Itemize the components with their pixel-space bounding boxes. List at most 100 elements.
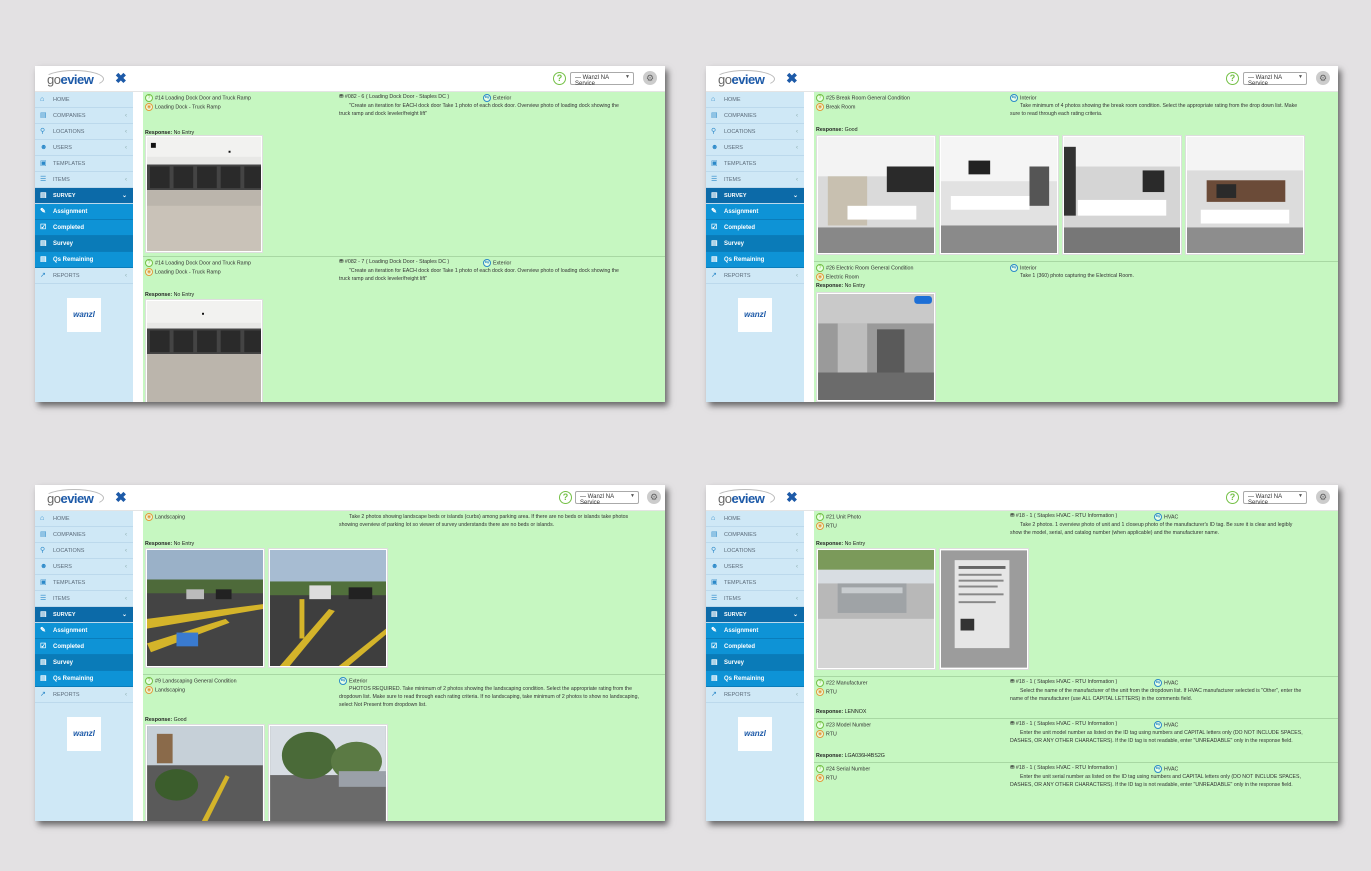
sidebar-item-qs-remaining[interactable]: ▤ Qs Remaining	[706, 252, 804, 268]
goeview-logo[interactable]: goeview	[44, 70, 104, 88]
sidebar-item-assignment[interactable]: ✎ Assignment	[35, 623, 133, 639]
sidebar-item-survey[interactable]: ▤ Survey	[706, 655, 804, 671]
settings-icon[interactable]: ⚙	[1316, 490, 1330, 504]
chevron-left-icon: ‹	[125, 548, 127, 554]
top-bar: goeview ✖ ? — Wanzl NA Service ▼ ⚙	[706, 66, 1338, 92]
location-icon: ⇆	[339, 677, 347, 685]
id-tag-photo	[941, 550, 1027, 668]
sidebar-item-survey[interactable]: ▤ SURVEY ⌄	[35, 188, 133, 204]
sidebar-item-companies[interactable]: ▤ COMPANIES ‹	[35, 108, 133, 124]
sidebar-item-templates[interactable]: ▣ TEMPLATES	[706, 575, 804, 591]
collapse-menu-button[interactable]: ✖	[786, 489, 798, 506]
sidebar-item-items[interactable]: ☰ ITEMS ‹	[706, 172, 804, 188]
photo-thumbnail[interactable]	[145, 299, 263, 402]
photo-thumbnail[interactable]	[145, 548, 265, 668]
sidebar-item-reports[interactable]: ↗ REPORTS ‹	[706, 268, 804, 284]
sidebar-item-home[interactable]: ⌂ HOME	[706, 92, 804, 108]
photo-thumbnail[interactable]	[816, 292, 936, 402]
sidebar-item-companies[interactable]: ▤ COMPANIES ‹	[706, 108, 804, 124]
sidebar-item-templates[interactable]: ▣ TEMPLATES	[706, 156, 804, 172]
home-icon: ⌂	[711, 96, 716, 103]
company-select[interactable]: — Wanzl NA Service ▼	[575, 491, 639, 506]
chart-icon: ↗	[711, 272, 717, 279]
sidebar-item-label: Qs Remaining	[53, 676, 94, 682]
photo-thumbnail[interactable]	[1062, 135, 1182, 255]
help-icon[interactable]: ?	[559, 491, 572, 504]
sidebar-item-users[interactable]: ☻ USERS ‹	[706, 140, 804, 156]
collapse-menu-button[interactable]: ✖	[115, 70, 127, 87]
settings-icon[interactable]: ⚙	[643, 71, 657, 85]
sidebar-item-qs-remaining[interactable]: ▤ Qs Remaining	[35, 671, 133, 687]
survey-icon: ▤	[40, 675, 47, 682]
help-icon[interactable]: ?	[1226, 491, 1239, 504]
photo-thumbnail[interactable]	[816, 135, 936, 255]
collapse-menu-button[interactable]: ✖	[786, 70, 798, 87]
sidebar-item-home[interactable]: ⌂ HOME	[35, 511, 133, 527]
sidebar-item-survey[interactable]: ▤ Survey	[35, 236, 133, 252]
sidebar-item-survey[interactable]: ▤ SURVEY ⌄	[35, 607, 133, 623]
edit-icon: ✎	[711, 627, 717, 634]
chevron-left-icon: ‹	[125, 564, 127, 570]
settings-icon[interactable]: ⚙	[1316, 71, 1330, 85]
sidebar-item-qs-remaining[interactable]: ▤ Qs Remaining	[35, 252, 133, 268]
photo-thumbnail[interactable]	[268, 548, 388, 668]
sidebar-item-label: Assignment	[53, 209, 88, 215]
sidebar-item-companies[interactable]: ▤ COMPANIES ‹	[706, 527, 804, 543]
sidebar-item-templates[interactable]: ▣ TEMPLATES	[35, 156, 133, 172]
sidebar-item-home[interactable]: ⌂ HOME	[706, 511, 804, 527]
sidebar-item-completed[interactable]: ☑ Completed	[35, 220, 133, 236]
sidebar-item-items[interactable]: ☰ ITEMS ‹	[35, 591, 133, 607]
response: Response: No Entry	[816, 541, 866, 547]
goeview-logo[interactable]: goeview	[715, 489, 775, 507]
goeview-logo[interactable]: goeview	[44, 489, 104, 507]
sidebar-item-items[interactable]: ☰ ITEMS ‹	[35, 172, 133, 188]
sidebar-item-assignment[interactable]: ✎ Assignment	[706, 204, 804, 220]
question-title: ? #23 Model Number	[816, 721, 871, 729]
sidebar-item-reports[interactable]: ↗ REPORTS ‹	[35, 268, 133, 284]
question-area: ◉ RTU	[816, 522, 837, 530]
photo-thumbnail[interactable]	[939, 548, 1029, 670]
sidebar-item-survey[interactable]: ▤ Survey	[706, 236, 804, 252]
settings-icon[interactable]: ⚙	[647, 490, 661, 504]
sidebar-item-home[interactable]: ⌂ HOME	[35, 92, 133, 108]
photo-thumbnail[interactable]	[816, 548, 936, 670]
goeview-logo[interactable]: goeview	[715, 70, 775, 88]
sidebar-item-qs-remaining[interactable]: ▤ Qs Remaining	[706, 671, 804, 687]
sidebar-item-completed[interactable]: ☑ Completed	[706, 220, 804, 236]
sidebar-item-companies[interactable]: ▤ COMPANIES ‹	[35, 527, 133, 543]
response: Response: LGA036H4BS2G	[816, 753, 885, 759]
photo-thumbnail[interactable]	[1185, 135, 1305, 255]
company-select[interactable]: — Wanzl NA Service ▼	[570, 72, 634, 87]
sidebar-item-locations[interactable]: ⚲ LOCATIONS ‹	[35, 124, 133, 140]
photo-thumbnail[interactable]	[145, 724, 265, 821]
sidebar-item-locations[interactable]: ⚲ LOCATIONS ‹	[706, 543, 804, 559]
sidebar-item-items[interactable]: ☰ ITEMS ‹	[706, 591, 804, 607]
template-icon: ▣	[711, 160, 718, 167]
sidebar-item-completed[interactable]: ☑ Completed	[35, 639, 133, 655]
sidebar-item-completed[interactable]: ☑ Completed	[706, 639, 804, 655]
sidebar-item-label: SURVEY	[53, 612, 76, 618]
sidebar-item-survey[interactable]: ▤ Survey	[35, 655, 133, 671]
sidebar-item-assignment[interactable]: ✎ Assignment	[35, 204, 133, 220]
company-select[interactable]: — Wanzl NA Service ▼	[1243, 72, 1307, 87]
photo-thumbnail[interactable]	[145, 135, 263, 253]
sidebar-item-templates[interactable]: ▣ TEMPLATES	[35, 575, 133, 591]
sidebar-item-locations[interactable]: ⚲ LOCATIONS ‹	[706, 124, 804, 140]
company-select[interactable]: — Wanzl NA Service ▼	[1243, 491, 1307, 506]
sidebar-item-reports[interactable]: ↗ REPORTS ‹	[706, 687, 804, 703]
sidebar-item-survey[interactable]: ▤ SURVEY ⌄	[706, 607, 804, 623]
chevron-left-icon: ‹	[796, 113, 798, 119]
collapse-menu-button[interactable]: ✖	[115, 489, 127, 506]
sidebar-item-users[interactable]: ☻ USERS ‹	[706, 559, 804, 575]
sidebar-item-locations[interactable]: ⚲ LOCATIONS ‹	[35, 543, 133, 559]
photo-thumbnail[interactable]	[939, 135, 1059, 255]
help-icon[interactable]: ?	[553, 72, 566, 85]
sidebar-item-reports[interactable]: ↗ REPORTS ‹	[35, 687, 133, 703]
break-room-photo	[1187, 137, 1303, 253]
sidebar-item-users[interactable]: ☻ USERS ‹	[35, 559, 133, 575]
sidebar-item-users[interactable]: ☻ USERS ‹	[35, 140, 133, 156]
photo-thumbnail[interactable]	[268, 724, 388, 821]
sidebar-item-survey[interactable]: ▤ SURVEY ⌄	[706, 188, 804, 204]
help-icon[interactable]: ?	[1226, 72, 1239, 85]
sidebar-item-assignment[interactable]: ✎ Assignment	[706, 623, 804, 639]
